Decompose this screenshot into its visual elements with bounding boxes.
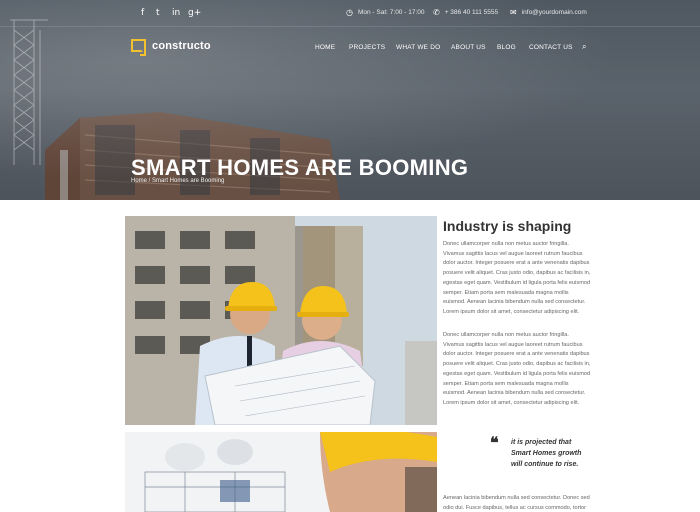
quote-icon: ❝ [490,433,499,452]
breadcrumb[interactable]: Home / Smart Homes are Booming [131,178,224,184]
clock-icon: ◷ [346,8,353,17]
google-plus-icon[interactable]: g+ [188,8,201,18]
article-paragraph: Donec ullamcorper nulla non metus auctor… [443,332,591,406]
article-paragraph: Aenean lacinia bibendum nulla sed consec… [443,495,590,511]
engineers-photo [125,216,437,425]
nav-item-blog[interactable]: BLOG [497,44,516,51]
opening-hours: ◷ Mon - Sat: 7:00 - 17:00 [346,8,424,17]
nav-item-about-us[interactable]: ABOUT US [451,44,486,51]
opening-hours-text: Mon - Sat: 7:00 - 17:00 [357,9,425,16]
nav-item-contact-us[interactable]: CONTACT US [529,44,573,51]
top-bar-divider [0,26,700,27]
nav-item-what-we-do[interactable]: WHAT WE DO [396,44,440,51]
top-bar: f t in g+ ◷ Mon - Sat: 7:00 - 17:00 ✆ + … [0,0,700,27]
logo-bracket-icon [131,39,146,56]
pull-quote: it is projected that Smart Homes growth … [511,439,582,468]
site-logo[interactable]: constructo [131,39,211,56]
phone-icon: ✆ [433,8,440,17]
article-paragraph: Donec ullamcorper nulla non metus auctor… [443,241,591,315]
email-address: ✉ info@yourdomain.com [510,8,587,17]
twitter-icon[interactable]: t [156,8,160,18]
hero-banner: f t in g+ ◷ Mon - Sat: 7:00 - 17:00 ✆ + … [0,0,700,200]
search-icon[interactable]: ⌕ [582,42,586,52]
linkedin-icon[interactable]: in [172,8,180,18]
mail-icon: ✉ [510,8,517,17]
logo-text: constructo [152,39,211,52]
article-heading: Industry is shaping [443,218,572,234]
nav-item-projects[interactable]: PROJECTS [349,44,385,51]
email-address-text[interactable]: info@yourdomain.com [522,9,587,16]
facebook-icon[interactable]: f [141,8,144,18]
phone-number-text[interactable]: + 386 40 111 5555 [445,9,498,16]
blueprint-photo [125,432,437,512]
phone-number: ✆ + 386 40 111 5555 [433,8,498,17]
nav-item-home[interactable]: HOME [315,44,335,51]
